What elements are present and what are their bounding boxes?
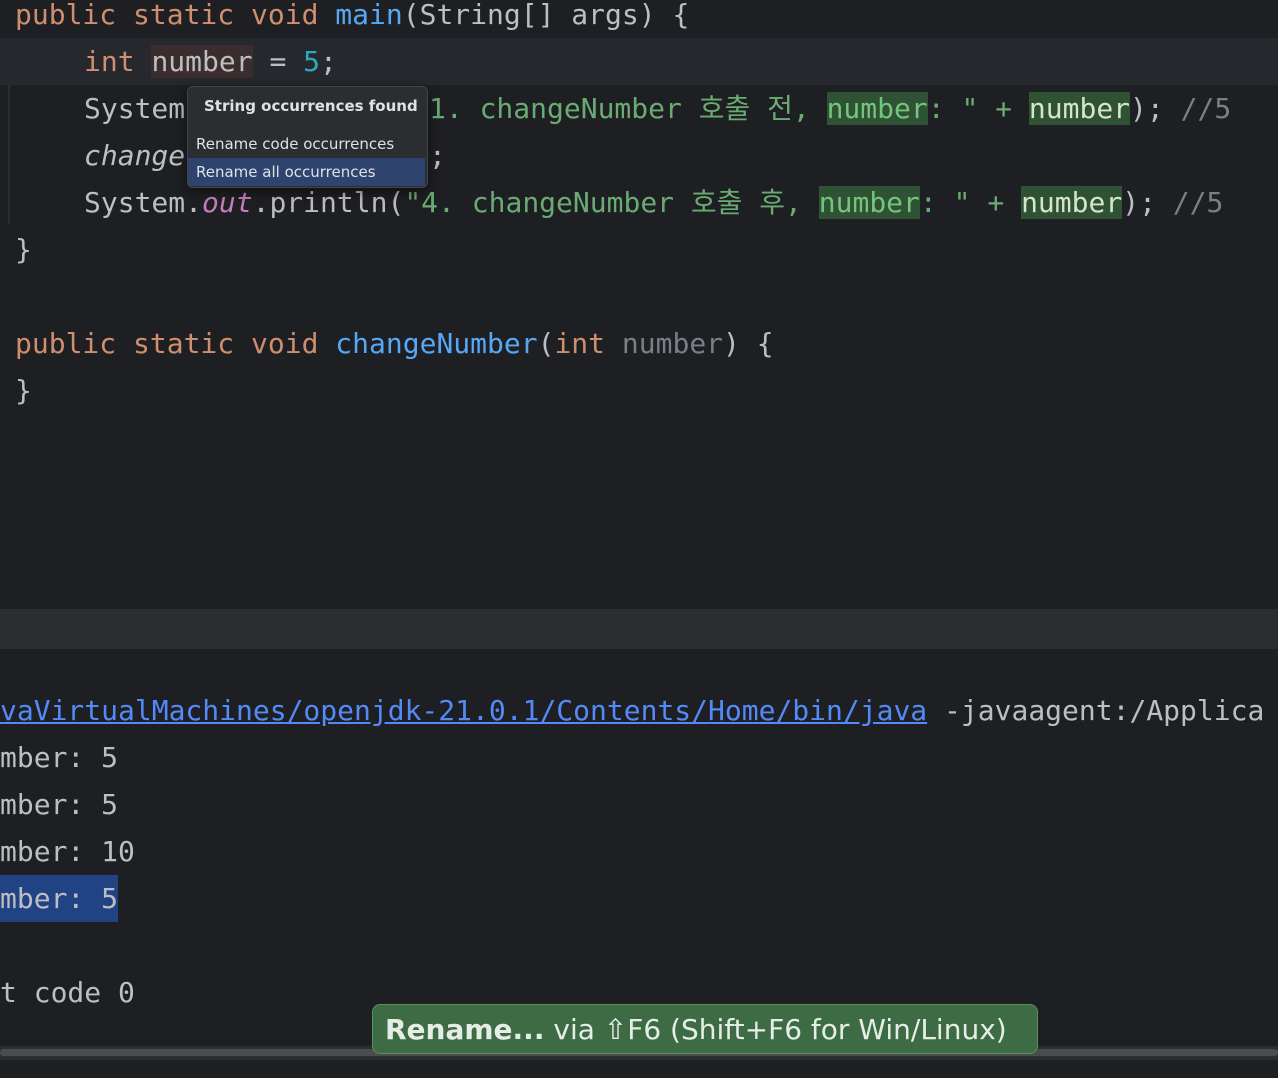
keyword: int (554, 327, 622, 360)
run-console[interactable]: vaVirtualMachines/openjdk-21.0.1/Content… (0, 651, 1278, 1046)
code-text: ) { (723, 327, 774, 360)
string-literal: 1. changeNumber 호출 전, (429, 92, 827, 125)
console-output-line-selected: mber: 5 (0, 875, 119, 922)
code-text: .println( (252, 186, 405, 219)
code-editor[interactable]: public static void main(String[] args) {… (0, 0, 1278, 609)
java-path-link[interactable]: vaVirtualMachines/openjdk-21.0.1/Content… (0, 694, 927, 727)
code-line-close-brace[interactable]: } (15, 367, 32, 414)
rename-occurrences-popup: String occurrences found Rename code occ… (187, 86, 428, 188)
hint-shortcut: via ⇧F6 (Shift+F6 for Win/Linux) (544, 1013, 1007, 1046)
code-text: ; (320, 45, 337, 78)
string-literal: : " + (919, 186, 1022, 219)
code-text: ); (1130, 92, 1181, 125)
code-text: } (15, 374, 32, 407)
code-text: System (84, 92, 186, 125)
rename-all-occurrences-item[interactable]: Rename all occurrences (188, 158, 425, 186)
rename-code-occurrences-item[interactable]: Rename code occurrences (188, 130, 425, 158)
variable-occurrence-number[interactable]: number (1021, 186, 1123, 219)
console-command-line: vaVirtualMachines/openjdk-21.0.1/Content… (0, 687, 1264, 734)
code-text: } (15, 233, 32, 266)
variable-occurrence-number[interactable]: number (1028, 92, 1131, 125)
number-literal: 5 (303, 45, 321, 78)
console-output-line: mber: 5 (0, 788, 119, 821)
code-line-method-call-tail[interactable]: ; (429, 132, 446, 179)
bottom-strip (0, 1060, 1278, 1078)
variable-declaration-number[interactable]: number (151, 45, 253, 78)
keyword: int (84, 45, 152, 78)
comment: //5 (1172, 186, 1224, 219)
method-name: changeNumber (335, 327, 538, 360)
console-output-line: mber: 10 (0, 835, 135, 868)
string-occurrence-number[interactable]: number (826, 92, 928, 125)
code-text: ); (1122, 186, 1173, 219)
code-text: ; (429, 139, 446, 172)
popup-title: String occurrences found (204, 97, 418, 115)
shortcut-hint-banner: Rename... via ⇧F6 (Shift+F6 for Win/Linu… (372, 1004, 1038, 1054)
code-text: ( (537, 327, 555, 360)
comment: //5 (1180, 92, 1232, 125)
console-exit-line: t code 0 (0, 976, 135, 1009)
code-text: System. (84, 186, 203, 219)
keyword: public static void (15, 327, 336, 360)
code-line-main-signature[interactable]: public static void main(String[] args) { (15, 0, 689, 38)
tool-window-header (0, 609, 1278, 649)
code-line-declaration[interactable]: int number = 5; (0, 38, 1278, 85)
method-name: main (335, 0, 403, 31)
string-occurrence-number[interactable]: number (818, 186, 920, 219)
code-text: = (252, 45, 304, 78)
code-line-method-call[interactable]: change (84, 132, 185, 179)
static-field: out (202, 186, 253, 219)
code-line-close-brace[interactable]: } (15, 226, 32, 273)
keyword: public static void (15, 0, 336, 31)
code-line-changenumber-signature[interactable]: public static void changeNumber(int numb… (15, 320, 774, 367)
string-literal: : " + (927, 92, 1029, 125)
hint-action: Rename... (385, 1013, 545, 1046)
code-line-println-before[interactable]: System (84, 85, 185, 132)
console-text: -javaagent:/Applica (927, 694, 1265, 727)
code-text: (String[] args) { (402, 0, 690, 31)
console-output-line: mber: 5 (0, 741, 119, 774)
string-literal: "4. changeNumber 호출 후, (404, 186, 819, 219)
method-call: change (84, 139, 186, 172)
code-line-println-before-tail[interactable]: 1. changeNumber 호출 전, number: " + number… (429, 85, 1231, 132)
unused-parameter: number (621, 327, 724, 360)
